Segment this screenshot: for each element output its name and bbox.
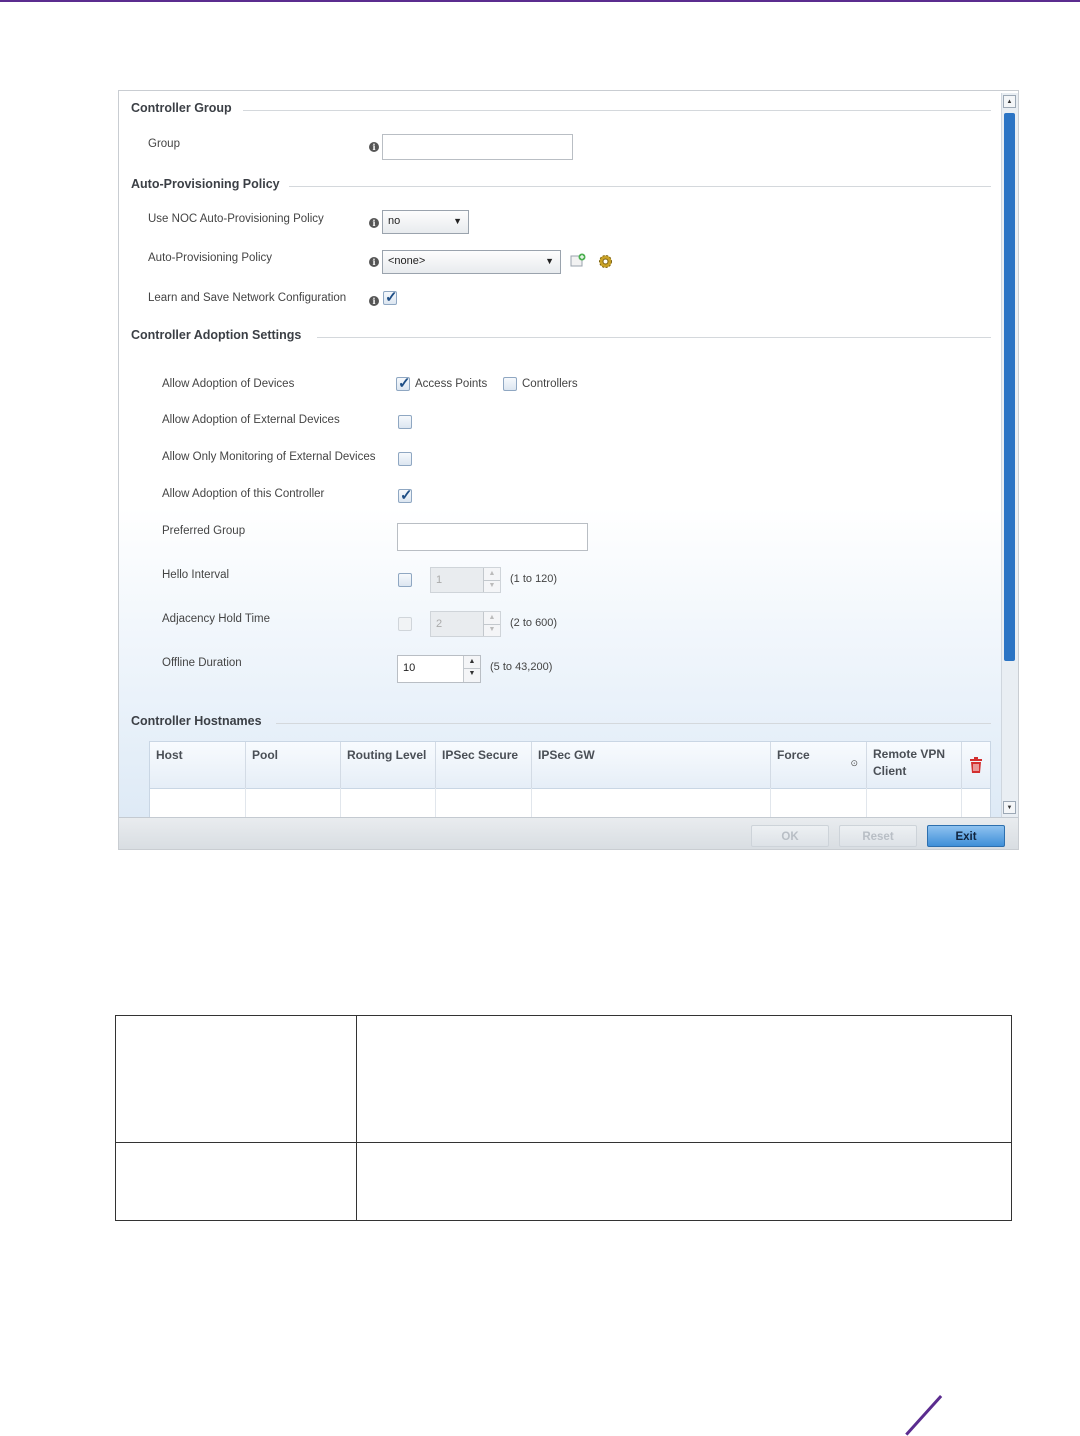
column-header-host[interactable]: Host: [150, 742, 246, 788]
adjacency-checkbox[interactable]: [398, 617, 412, 631]
hostnames-table: Host Pool Routing Level IPSec Secure IPS…: [149, 741, 991, 820]
section-divider: [289, 186, 991, 187]
column-header-ipsec-secure[interactable]: IPSec Secure: [436, 742, 532, 788]
use-noc-label: Use NOC Auto-Provisioning Policy: [148, 213, 324, 225]
table-cell: [246, 788, 341, 820]
offline-duration-label: Offline Duration: [162, 657, 242, 669]
column-header-force[interactable]: Force ⊙: [771, 742, 867, 788]
section-title-auto-provisioning: Auto-Provisioning Policy: [131, 177, 280, 191]
section-divider: [317, 337, 991, 338]
learn-save-label: Learn and Save Network Configuration: [148, 292, 347, 304]
column-header-remote-vpn-client[interactable]: Remote VPN Client: [867, 742, 962, 788]
controllers-checkbox[interactable]: [503, 377, 517, 391]
offline-duration-range: (5 to 43,200): [490, 661, 553, 673]
table-divider: [356, 1016, 357, 1220]
section-divider: [243, 110, 991, 111]
section-title-adoption-settings: Controller Adoption Settings: [131, 328, 302, 342]
spin-down-icon[interactable]: ▼: [464, 668, 480, 680]
table-cell: [150, 788, 246, 820]
info-icon: i: [369, 218, 379, 228]
allow-this-checkbox[interactable]: [398, 486, 413, 504]
table-cell: [532, 788, 771, 820]
adjacency-label: Adjacency Hold Time: [162, 613, 271, 625]
use-noc-select[interactable]: no ▼: [382, 210, 469, 234]
access-points-label: Access Points: [415, 378, 488, 390]
hello-interval-spinner[interactable]: 1 ▲ ▼: [430, 567, 501, 593]
spin-down-icon[interactable]: ▼: [484, 624, 500, 636]
controllers-label: Controllers: [522, 378, 578, 390]
exit-button[interactable]: Exit: [927, 825, 1005, 847]
vertical-scrollbar[interactable]: ▲ ▼: [1001, 93, 1018, 817]
hello-interval-value: 1: [436, 574, 443, 586]
info-icon: i: [369, 257, 379, 267]
allow-external-label: Allow Adoption of External Devices: [162, 414, 340, 426]
adjacency-spinner[interactable]: 2 ▲ ▼: [430, 611, 501, 637]
group-input[interactable]: [382, 134, 573, 160]
ok-button[interactable]: OK: [751, 825, 829, 847]
table-header: Host Pool Routing Level IPSec Secure IPS…: [150, 742, 990, 789]
sort-icon[interactable]: ⊙: [850, 758, 858, 769]
table-cell: [341, 788, 436, 820]
access-points-checkbox[interactable]: [396, 374, 411, 392]
policy-label: Auto-Provisioning Policy: [148, 252, 273, 264]
allow-devices-label: Allow Adoption of Devices: [162, 378, 295, 390]
offline-duration-value: 10: [403, 662, 416, 674]
description-table: [115, 1015, 1012, 1221]
section-divider: [276, 723, 991, 724]
column-header-pool[interactable]: Pool: [246, 742, 341, 788]
delete-column: [962, 742, 990, 788]
adjacency-range: (2 to 600): [510, 617, 558, 629]
hello-interval-range: (1 to 120): [510, 573, 558, 585]
learn-save-checkbox[interactable]: [383, 288, 398, 306]
spinner-buttons[interactable]: ▲ ▼: [483, 612, 500, 636]
monitor-external-checkbox[interactable]: [398, 452, 412, 466]
reset-button[interactable]: Reset: [839, 825, 917, 847]
monitor-external-label: Allow Only Monitoring of External Device…: [162, 451, 376, 463]
scrollbar-thumb[interactable]: [1004, 113, 1015, 661]
section-title-hostnames: Controller Hostnames: [131, 714, 262, 728]
allow-external-checkbox[interactable]: [398, 415, 412, 429]
spinner-buttons[interactable]: ▲ ▼: [483, 568, 500, 592]
chevron-down-icon: ▼: [453, 216, 462, 226]
force-label: Force: [777, 748, 810, 762]
add-policy-icon[interactable]: [570, 253, 586, 268]
policy-select[interactable]: <none> ▼: [382, 250, 561, 274]
scroll-up-icon[interactable]: ▲: [1003, 95, 1016, 108]
spinner-buttons[interactable]: ▲ ▼: [463, 656, 480, 682]
use-noc-value: no: [388, 215, 401, 227]
info-icon: i: [369, 296, 379, 306]
info-icon: i: [369, 142, 379, 152]
group-label: Group: [148, 138, 180, 150]
hello-interval-checkbox[interactable]: [398, 573, 412, 587]
table-cell: [867, 788, 962, 820]
adjacency-value: 2: [436, 618, 443, 630]
preferred-group-input[interactable]: [397, 523, 588, 551]
delete-trash-icon[interactable]: [969, 757, 983, 773]
section-title-controller-group: Controller Group: [131, 101, 232, 115]
policy-value: <none>: [388, 255, 426, 267]
chevron-down-icon: ▼: [545, 256, 554, 266]
page-corner-slash: [905, 1395, 943, 1436]
scroll-down-icon[interactable]: ▼: [1003, 801, 1016, 814]
top-accent-rule: [0, 0, 1080, 2]
hello-interval-label: Hello Interval: [162, 569, 230, 581]
configure-gear-icon[interactable]: [597, 253, 614, 270]
table-cell: [771, 788, 867, 820]
dialog-footer: OK Reset Exit: [119, 817, 1018, 849]
column-header-ipsec-gw[interactable]: IPSec GW: [532, 742, 771, 788]
table-divider: [116, 1142, 1011, 1143]
controller-settings-window: Controller Group Group i Auto-Provisioni…: [118, 90, 1019, 850]
table-cell: [436, 788, 532, 820]
allow-this-label: Allow Adoption of this Controller: [162, 488, 325, 500]
preferred-group-label: Preferred Group: [162, 525, 246, 537]
spin-down-icon[interactable]: ▼: [484, 580, 500, 592]
offline-duration-spinner[interactable]: 10 ▲ ▼: [397, 655, 481, 683]
column-header-routing-level[interactable]: Routing Level: [341, 742, 436, 788]
